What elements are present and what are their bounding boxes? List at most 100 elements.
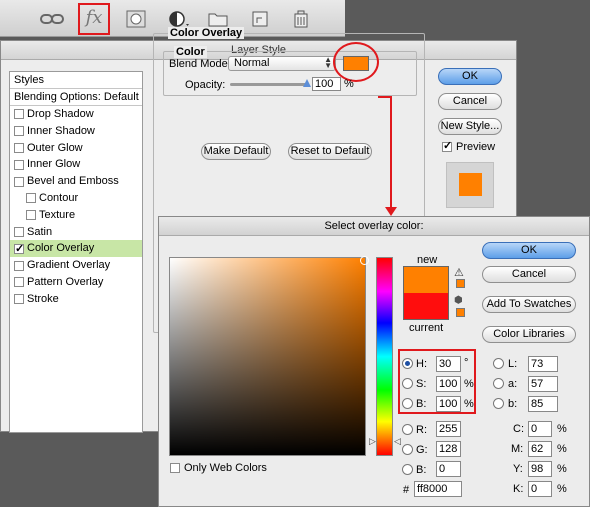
lab-b-radio[interactable] bbox=[493, 398, 504, 409]
brightness-input[interactable]: 100 bbox=[436, 396, 461, 412]
color-field-cursor[interactable] bbox=[360, 256, 369, 265]
select-arrows-icon: ▲ ▼ bbox=[324, 55, 332, 70]
link-icon[interactable] bbox=[40, 9, 64, 29]
inner-shadow-checkbox[interactable] bbox=[14, 126, 24, 137]
black-input[interactable]: 0 bbox=[528, 481, 552, 497]
opacity-slider-thumb[interactable] bbox=[303, 79, 311, 87]
hue-slider-left-arrow-icon[interactable]: ▷ bbox=[369, 436, 376, 447]
blend-mode-value: Normal bbox=[234, 57, 270, 69]
hue-radio[interactable] bbox=[402, 358, 413, 369]
satin-checkbox[interactable] bbox=[14, 226, 24, 237]
blend-mode-select[interactable]: Normal ▲ ▼ bbox=[228, 56, 336, 71]
trash-icon[interactable] bbox=[289, 9, 313, 29]
new-style-button[interactable]: New Style... bbox=[438, 118, 502, 135]
cancel-button[interactable]: Cancel bbox=[438, 93, 502, 110]
brightness-radio[interactable] bbox=[402, 398, 413, 409]
pattern-overlay-checkbox[interactable] bbox=[14, 277, 24, 288]
hex-input[interactable]: ff8000 bbox=[414, 481, 462, 497]
current-color-swatch[interactable] bbox=[403, 293, 449, 320]
style-item-texture[interactable]: Texture bbox=[10, 207, 142, 224]
color-libraries-button[interactable]: Color Libraries bbox=[482, 326, 576, 343]
black-label: K: bbox=[513, 483, 524, 495]
only-web-colors-checkbox[interactable] bbox=[170, 463, 180, 473]
style-item-satin[interactable]: Satin bbox=[10, 224, 142, 241]
fx-icon[interactable]: fx bbox=[82, 7, 106, 28]
cyan-label: C: bbox=[513, 423, 524, 435]
picker-cancel-button[interactable]: Cancel bbox=[482, 266, 576, 283]
lab-l-input[interactable]: 73 bbox=[528, 356, 558, 372]
opacity-input[interactable]: 100 bbox=[312, 77, 341, 91]
color-overlay-checkbox[interactable] bbox=[14, 241, 24, 258]
saturation-input[interactable]: 100 bbox=[436, 376, 461, 392]
green-input[interactable]: 128 bbox=[436, 441, 461, 457]
out-of-gamut-warning-icon[interactable]: ⚠ bbox=[454, 266, 464, 279]
make-default-button[interactable]: Make Default bbox=[201, 143, 271, 160]
new-layer-icon[interactable] bbox=[248, 9, 272, 29]
cyan-input[interactable]: 0 bbox=[528, 421, 552, 437]
texture-checkbox[interactable] bbox=[26, 210, 36, 221]
blue-label: B: bbox=[416, 464, 427, 476]
mask-icon[interactable] bbox=[124, 9, 148, 29]
lab-b-input[interactable]: 85 bbox=[528, 396, 558, 412]
ok-button[interactable]: OK bbox=[438, 68, 502, 85]
lab-a-label: a: bbox=[508, 378, 518, 390]
saturation-label: S: bbox=[416, 378, 427, 390]
yellow-input[interactable]: 98 bbox=[528, 461, 552, 477]
gradient-overlay-checkbox[interactable] bbox=[14, 260, 24, 271]
blue-radio[interactable] bbox=[402, 464, 413, 475]
green-label: G: bbox=[416, 444, 428, 456]
green-radio[interactable] bbox=[402, 444, 413, 455]
folder-icon[interactable] bbox=[206, 9, 230, 29]
drop-shadow-checkbox[interactable] bbox=[14, 109, 24, 120]
opacity-slider-track[interactable] bbox=[230, 83, 308, 86]
saturation-radio[interactable] bbox=[402, 378, 413, 389]
style-item-inner-shadow[interactable]: Inner Shadow bbox=[10, 123, 142, 140]
lab-a-radio[interactable] bbox=[493, 378, 504, 389]
preview-checkbox[interactable] bbox=[442, 139, 452, 152]
style-item-pattern-overlay[interactable]: Pattern Overlay bbox=[10, 274, 142, 291]
red-radio[interactable] bbox=[402, 424, 413, 435]
blending-options-item[interactable]: Blending Options: Default bbox=[10, 89, 142, 106]
outer-glow-checkbox[interactable] bbox=[14, 142, 24, 153]
blue-input[interactable]: 0 bbox=[436, 461, 461, 477]
style-item-drop-shadow[interactable]: Drop Shadow bbox=[10, 106, 142, 123]
lab-l-radio[interactable] bbox=[493, 358, 504, 369]
style-item-outer-glow[interactable]: Outer Glow bbox=[10, 140, 142, 157]
lab-a-input[interactable]: 57 bbox=[528, 376, 558, 392]
style-item-inner-glow[interactable]: Inner Glow bbox=[10, 156, 142, 173]
styles-list: Styles Blending Options: Default Drop Sh… bbox=[9, 71, 143, 433]
style-item-gradient-overlay[interactable]: Gradient Overlay bbox=[10, 257, 142, 274]
cyan-unit: % bbox=[557, 423, 567, 435]
style-item-bevel-emboss[interactable]: Bevel and Emboss bbox=[10, 173, 142, 190]
style-item-color-overlay[interactable]: Color Overlay bbox=[10, 240, 142, 258]
add-to-swatches-button[interactable]: Add To Swatches bbox=[482, 296, 576, 313]
picker-ok-button[interactable]: OK bbox=[482, 242, 576, 259]
annotation-arrow-line bbox=[390, 96, 392, 209]
hue-slider-right-arrow-icon[interactable]: ◁ bbox=[394, 436, 401, 447]
gamut-swatch[interactable] bbox=[456, 279, 465, 288]
brightness-unit: % bbox=[464, 398, 474, 410]
magenta-input[interactable]: 62 bbox=[528, 441, 552, 457]
contour-checkbox[interactable] bbox=[26, 193, 36, 204]
web-safe-cube-icon[interactable]: ⬢ bbox=[454, 295, 463, 306]
style-item-contour[interactable]: Contour bbox=[10, 190, 142, 207]
red-input[interactable]: 255 bbox=[436, 421, 461, 437]
preview-toggle[interactable]: Preview bbox=[442, 139, 495, 153]
bevel-emboss-checkbox[interactable] bbox=[14, 176, 24, 187]
style-item-stroke[interactable]: Stroke bbox=[10, 291, 142, 308]
only-web-colors-toggle[interactable]: Only Web Colors bbox=[170, 462, 267, 474]
styles-header[interactable]: Styles bbox=[10, 72, 142, 89]
new-color-swatch bbox=[403, 266, 449, 293]
hue-input[interactable]: 30 bbox=[436, 356, 461, 372]
reset-default-button[interactable]: Reset to Default bbox=[288, 143, 372, 160]
saturation-brightness-field[interactable] bbox=[169, 257, 366, 456]
lab-b-label: b: bbox=[508, 398, 518, 410]
hue-slider[interactable] bbox=[376, 257, 393, 456]
inner-glow-checkbox[interactable] bbox=[14, 159, 24, 170]
opacity-label: Opacity: bbox=[185, 79, 226, 91]
web-safe-swatch[interactable] bbox=[456, 308, 465, 317]
swatch-highlight-circle bbox=[333, 42, 379, 82]
stroke-checkbox[interactable] bbox=[14, 294, 24, 305]
yellow-label: Y: bbox=[513, 463, 523, 475]
adjustment-icon[interactable] bbox=[168, 9, 192, 29]
